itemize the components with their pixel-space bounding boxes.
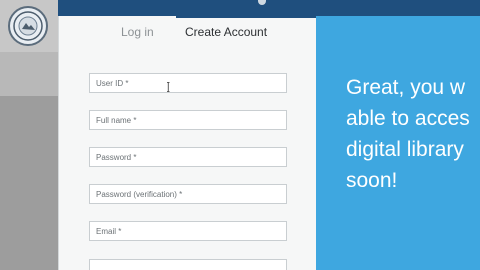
password-input[interactable]	[89, 147, 287, 167]
active-tab-indicator	[176, 16, 317, 18]
tab-create-account[interactable]: Create Account	[185, 25, 267, 39]
hero-text-line: soon!	[346, 169, 398, 192]
hero-text-line: digital library	[346, 138, 464, 161]
text-cursor-icon	[167, 82, 170, 92]
account-tabs: Log in Create Account	[59, 16, 317, 46]
password-verification-input[interactable]	[89, 184, 287, 204]
user-id-input[interactable]	[89, 73, 287, 93]
background-band-lower	[0, 96, 58, 270]
tab-log-in[interactable]: Log in	[121, 25, 154, 39]
email-input[interactable]	[89, 221, 287, 241]
page: Log in Create Account Great, you w able …	[0, 0, 480, 270]
background-band	[0, 52, 58, 96]
next-input-partial[interactable]	[89, 259, 287, 270]
full-name-input[interactable]	[89, 110, 287, 130]
logo-area	[0, 0, 58, 52]
top-bar	[0, 0, 480, 16]
hero-text-line: able to acces	[346, 107, 470, 130]
hero-panel: Great, you w able to acces digital libra…	[316, 16, 480, 270]
account-panel: Log in Create Account	[58, 16, 317, 270]
seal-logo-icon[interactable]	[8, 6, 48, 46]
hero-text-line: Great, you w	[346, 76, 466, 99]
